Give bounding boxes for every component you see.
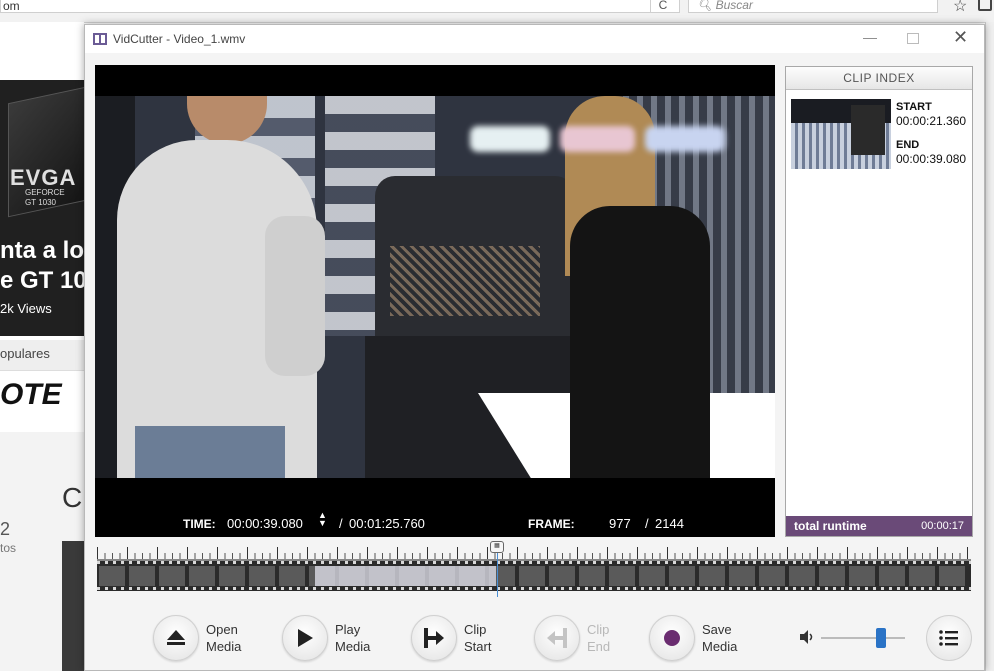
headline-line-2: e GT 103 [0,267,84,294]
person-left-arm [265,216,325,376]
video-player[interactable]: TIME: 00:00:39.080 ▲ ▼ / 00:01:25.760 FRA… [95,65,775,537]
time-spinner-icon[interactable]: ▲ ▼ [318,511,327,528]
save-media-button[interactable]: Save Media [649,615,759,663]
person-left-jeans [135,426,285,478]
clip-end-label: Clip End [587,622,611,654]
window-title: VidCutter - Video_1.wmv [113,32,246,46]
background-page-right [985,22,994,671]
card-model-text: GEFORCE GT 1030 [25,188,65,207]
clip-end-time: 00:00:39.080 [896,152,967,166]
views-count: 2k Views [0,301,52,316]
open-media-label: Open Media [206,622,242,654]
list-menu-icon [939,630,958,646]
clip-region-highlight[interactable] [315,566,496,586]
total-runtime-label: total runtime [794,519,867,533]
open-media-button[interactable]: Open Media [153,615,263,663]
clip-index-header: CLIP INDEX [786,67,972,90]
blurred-logo [470,126,550,152]
total-runtime-bar: total runtime 00:00:17 [786,516,972,536]
bookmark-star-icon[interactable]: ☆ [953,0,967,16]
play-media-label: Play Media [335,622,371,654]
video-frame [95,96,775,478]
play-icon [298,629,313,647]
search-placeholder: Buscar [715,0,753,12]
reload-button[interactable]: C [650,0,675,13]
clip-start-time: 00:00:21.360 [896,114,967,128]
open-media-circle [153,615,199,661]
filmstrip[interactable] [97,559,971,591]
hero-headline[interactable]: nta a los e GT 103 [0,236,84,296]
clip-start-icon [424,628,444,648]
count-number: 2 [0,519,11,539]
clip-index-panel: CLIP INDEX START 00:00:21.360 END 00:00:… [785,66,973,537]
headline-line-1: nta a los [0,237,84,264]
person-right [570,206,710,478]
title-bar[interactable]: VidCutter - Video_1.wmv — ✕ [85,25,984,53]
timeline-ruler-major-ticks [97,547,971,559]
machine-mesh [390,246,540,316]
blurred-logo [645,126,725,152]
clip-thumbnail-person [851,105,885,155]
brand-logo: OTE [0,378,62,411]
eject-icon [167,630,185,645]
bookmarks-icon[interactable] [978,0,992,11]
count-label: tos [0,541,17,555]
blurred-logo [560,126,635,152]
volume-slider-track[interactable] [821,637,905,639]
address-bar[interactable]: om [0,0,680,13]
clip-start-label: START [896,101,932,113]
clip-end-circle [534,615,580,661]
maximize-button[interactable] [907,33,919,44]
film-sprocket-holes [97,587,971,590]
total-runtime-value: 00:00:17 [921,520,964,532]
playhead-handle[interactable]: ▦ [490,541,504,553]
film-frames [99,566,969,586]
frame-value: 977 [609,516,631,531]
film-sprocket-holes [97,561,971,564]
background-hero: EVGA GEFORCE GT 1030 nta a los e GT 103 … [0,80,84,336]
clip-start-label: Clip Start [464,622,492,654]
frame-total: 2144 [655,516,684,531]
play-media-button[interactable]: Play Media [282,615,392,663]
populares-tab[interactable]: opulares [0,340,84,370]
frame-separator: / [645,516,649,531]
menu-button[interactable] [926,615,972,661]
background-thumbnail[interactable] [62,541,84,671]
speaker-icon[interactable] [798,628,816,646]
save-media-circle [649,615,695,661]
section-heading: C [62,482,83,513]
vidcutter-app-icon [93,33,107,45]
volume-slider-handle[interactable] [876,628,886,648]
minimize-button[interactable]: — [863,29,877,45]
timeline-slider[interactable]: ▦ [97,541,971,597]
time-label: TIME: [183,517,216,531]
time-value[interactable]: 00:00:39.080 [227,516,303,531]
time-separator: / [339,516,343,531]
record-dot-icon [664,630,680,646]
play-media-circle [282,615,328,661]
clip-start-button[interactable]: Clip Start [411,615,521,663]
clip-end-label: END [896,139,920,151]
clip-start-circle [411,615,457,661]
save-media-label: Save Media [702,622,738,654]
browser-search-input[interactable]: 🔍︎ Buscar [688,0,938,13]
vidcutter-window: VidCutter - Video_1.wmv — ✕ TIME: 00:00: [84,24,985,671]
clip-end-icon [547,628,567,648]
time-total: 00:01:25.760 [349,516,425,531]
clip-end-button[interactable]: Clip End [534,615,634,663]
close-button[interactable]: ✕ [953,27,968,48]
clip-thumbnail[interactable] [791,99,891,169]
frame-label: FRAME: [528,517,575,531]
